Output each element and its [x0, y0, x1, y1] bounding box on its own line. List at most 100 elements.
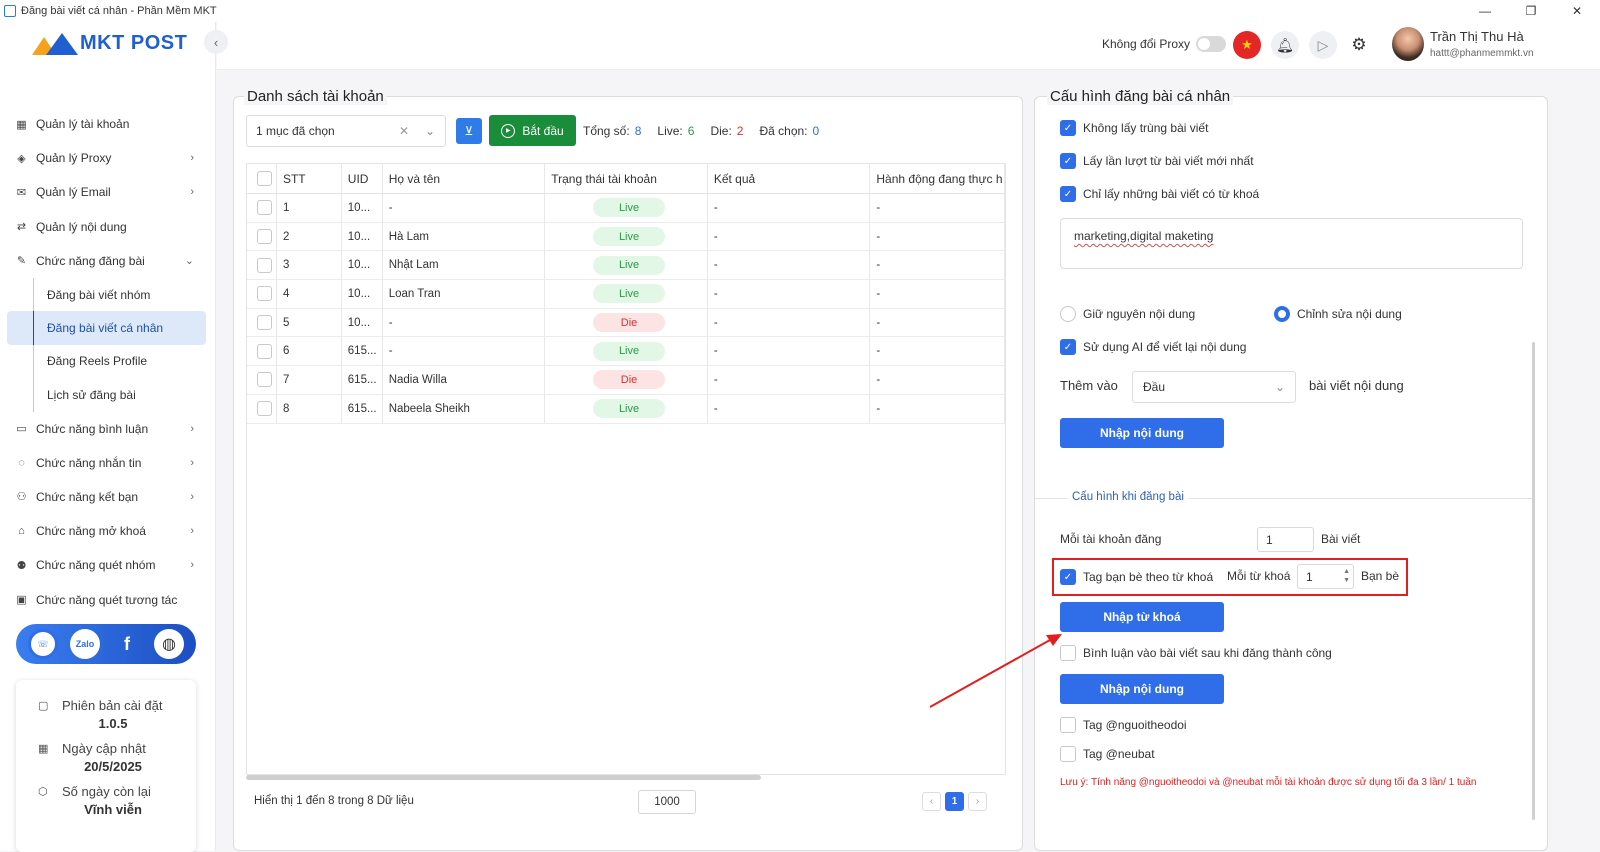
sidebar-item-comment[interactable]: ▭ Chức năng bình luận ›: [0, 412, 216, 446]
import-content-button[interactable]: Nhập nội dung: [1060, 418, 1224, 448]
days-label: Số ngày còn lại: [62, 784, 151, 799]
facebook-icon[interactable]: f: [112, 629, 142, 659]
sidebar-item-content[interactable]: ⇄ Quản lý nội dung: [0, 210, 216, 244]
col-result[interactable]: Kết quả: [708, 164, 871, 193]
table-row[interactable]: 5 10... - Die - -: [247, 308, 1005, 338]
sidebar-item-proxy[interactable]: ◈ Quản lý Proxy ›: [0, 141, 216, 175]
play-icon[interactable]: ▷: [1309, 31, 1337, 59]
table-row[interactable]: 3 10... Nhật Lam Live - -: [247, 251, 1005, 281]
opt-keyword-only[interactable]: ✓ Chỉ lấy những bài viết có từ khoá: [1060, 186, 1259, 202]
checkbox-checked-icon[interactable]: ✓: [1060, 339, 1076, 355]
checkbox-unchecked-icon[interactable]: [1060, 746, 1076, 762]
minimize-button[interactable]: —: [1462, 0, 1508, 22]
cell-result: -: [708, 280, 871, 308]
cell-stt: 7: [277, 366, 342, 394]
table-row[interactable]: 4 10... Loan Tran Live - -: [247, 280, 1005, 309]
opt-tag-friends[interactable]: ✓ Tag bạn bè theo từ khoá: [1060, 569, 1213, 585]
proxy-toggle[interactable]: [1196, 36, 1227, 52]
support-icon[interactable]: ☏: [28, 629, 58, 659]
radio-keep-content[interactable]: Giữ nguyên nội dung: [1060, 306, 1195, 322]
row-checkbox[interactable]: [256, 257, 272, 273]
opt-comment-after[interactable]: Bình luận vào bài viết sau khi đăng thàn…: [1060, 645, 1332, 661]
table-row[interactable]: 8 615... Nabeela Sheikh Live - -: [247, 394, 1005, 424]
stepper-icon[interactable]: ▲ ▼: [1343, 567, 1350, 585]
per-keyword-input[interactable]: 1 ▲ ▼: [1297, 564, 1354, 589]
radio-edit-content[interactable]: Chỉnh sửa nội dung: [1274, 306, 1402, 322]
account-selector[interactable]: 1 mục đã chọn ✕ ⌄: [246, 115, 446, 147]
row-checkbox[interactable]: [256, 200, 272, 216]
col-uid[interactable]: UID: [342, 164, 383, 193]
row-checkbox[interactable]: [256, 315, 272, 331]
row-checkbox[interactable]: [256, 286, 272, 302]
start-button[interactable]: ▶ Bắt đầu: [489, 115, 576, 146]
row-checkbox[interactable]: [256, 343, 272, 359]
gear-icon[interactable]: ⚙: [1345, 31, 1373, 59]
row-checkbox[interactable]: [256, 372, 272, 388]
checkbox-checked-icon[interactable]: ✓: [1060, 153, 1076, 169]
checkbox-unchecked-icon[interactable]: [1060, 717, 1076, 733]
sidebar-item-email[interactable]: ✉ Quản lý Email ›: [0, 175, 216, 209]
prev-page-button[interactable]: ‹: [922, 792, 941, 811]
opt-tag-neubat[interactable]: Tag @neubat: [1060, 746, 1155, 762]
vertical-scrollbar[interactable]: [1532, 342, 1535, 820]
select-all-checkbox[interactable]: [256, 171, 272, 186]
clear-filter-button[interactable]: ⊻: [456, 118, 482, 144]
sidebar-item-add-friend[interactable]: ⚇ Chức năng kết bạn ›: [0, 480, 216, 514]
opt-no-duplicate[interactable]: ✓ Không lấy trùng bài viết: [1060, 120, 1208, 136]
collapse-sidebar-button[interactable]: ‹: [204, 30, 228, 54]
update-value: 20/5/2025: [84, 759, 142, 774]
sidebar-item-message[interactable]: ◌ Chức năng nhắn tin ›: [0, 446, 216, 480]
import-content2-button[interactable]: Nhập nội dung: [1060, 674, 1224, 704]
opt-newest[interactable]: ✓ Lấy lần lượt từ bài viết mới nhất: [1060, 153, 1254, 169]
vietnam-flag-icon[interactable]: ★: [1233, 31, 1261, 59]
sidebar-sub-personal-post[interactable]: Đăng bài viết cá nhân: [7, 311, 206, 346]
web-icon[interactable]: ◍: [154, 629, 184, 659]
row-checkbox[interactable]: [256, 229, 272, 245]
col-status[interactable]: Trạng thái tài khoản: [545, 164, 708, 193]
table-row[interactable]: 7 615... Nadia Willa Die - -: [247, 366, 1005, 395]
sidebar-item-posting[interactable]: ✎ Chức năng đăng bài ⌄: [0, 244, 216, 278]
page-1-button[interactable]: 1: [945, 792, 964, 811]
col-stt[interactable]: STT: [277, 164, 342, 193]
next-page-button[interactable]: ›: [968, 792, 987, 811]
per-account-input[interactable]: 1: [1257, 527, 1314, 552]
checkbox-checked-icon[interactable]: ✓: [1060, 120, 1076, 136]
horizontal-scrollbar[interactable]: [246, 775, 761, 780]
page-size-select[interactable]: 1000: [638, 790, 696, 814]
clear-icon[interactable]: ✕: [399, 124, 409, 138]
checkbox-checked-icon[interactable]: ✓: [1060, 186, 1076, 202]
keywords-textarea[interactable]: marketing,digital maketing: [1060, 218, 1523, 269]
sidebar-item-scan-group[interactable]: ⚉ Chức năng quét nhóm ›: [0, 548, 216, 582]
opt-ai-rewrite[interactable]: ✓ Sử dụng AI để viết lại nội dung: [1060, 339, 1246, 355]
checkbox-unchecked-icon[interactable]: [1060, 645, 1076, 661]
col-action[interactable]: Hành động đang thực h: [870, 164, 1005, 193]
radio-on-icon[interactable]: [1274, 306, 1290, 322]
add-position-select[interactable]: Đầu ⌄: [1132, 371, 1296, 403]
zalo-icon[interactable]: Zalo: [70, 629, 100, 659]
avatar[interactable]: [1392, 27, 1424, 61]
table-row[interactable]: 1 10... - Live - -: [247, 194, 1005, 223]
row-checkbox[interactable]: [256, 401, 272, 417]
cell-name: Nhật Lam: [383, 251, 546, 280]
sidebar-item-accounts[interactable]: ▦ Quản lý tài khoản: [0, 107, 216, 141]
cell-uid: 10...: [342, 308, 383, 337]
sidebar-sub-history[interactable]: Lịch sử đăng bài: [0, 378, 216, 412]
sidebar-item-scan-interaction[interactable]: ▣ Chức năng quét tương tác: [0, 582, 216, 616]
checkbox-checked-icon[interactable]: ✓: [1060, 569, 1076, 585]
radio-off-icon[interactable]: [1060, 306, 1076, 322]
opt-tag-followers[interactable]: Tag @nguoitheodoi: [1060, 717, 1187, 733]
social-bar: ☏ Zalo f ◍: [16, 624, 196, 664]
sidebar-sub-group-post[interactable]: Đăng bài viết nhóm: [0, 277, 216, 312]
import-keywords-button[interactable]: Nhập từ khoá: [1060, 602, 1224, 632]
col-name[interactable]: Họ và tên: [383, 164, 546, 193]
user-name: Trần Thị Thu Hà: [1430, 29, 1524, 44]
sidebar-item-unlock[interactable]: ⌂ Chức năng mở khoá ›: [0, 514, 216, 548]
table-row[interactable]: 6 615... - Live - -: [247, 337, 1005, 367]
cell-name: -: [383, 337, 546, 366]
bell-icon[interactable]: 🔔︎: [1271, 31, 1299, 59]
table-row[interactable]: 2 10... Hà Lam Live - -: [247, 222, 1005, 252]
sidebar-sub-reels[interactable]: Đăng Reels Profile: [0, 344, 216, 379]
close-button[interactable]: ✕: [1554, 0, 1600, 22]
restore-button[interactable]: ❐: [1508, 0, 1554, 22]
chevron-right-icon: ›: [190, 152, 194, 165]
